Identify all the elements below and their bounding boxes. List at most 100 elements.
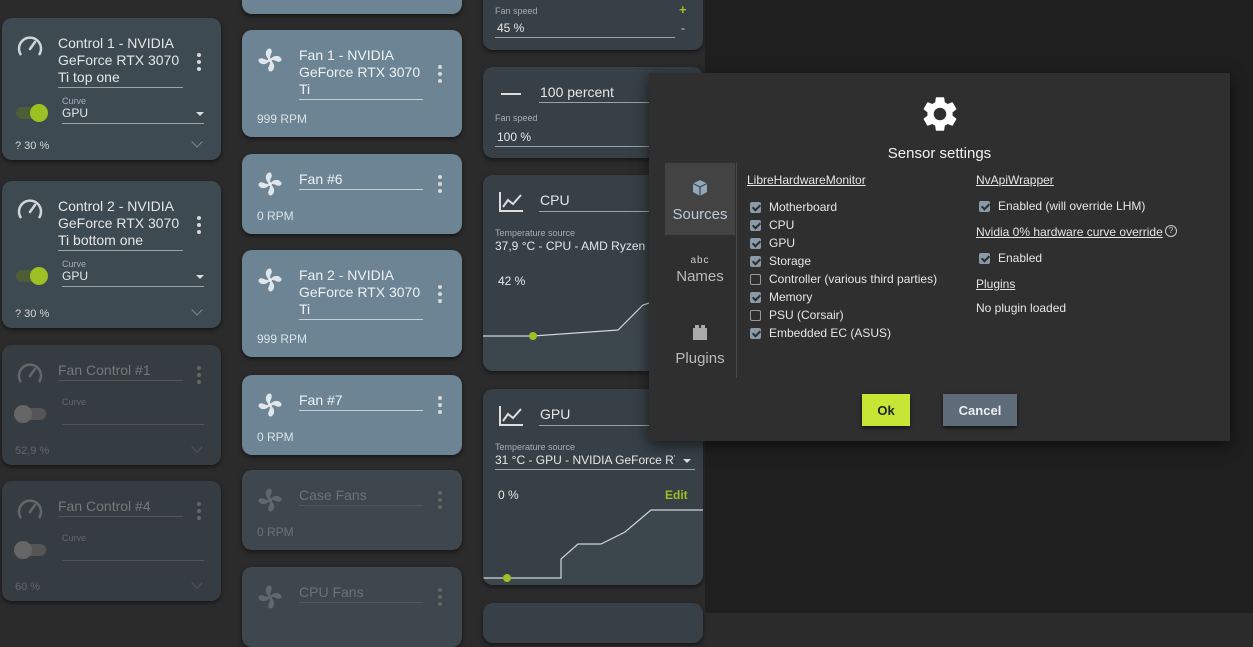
nvidia-zero-enabled-checkbox[interactable]: Enabled (979, 251, 1042, 267)
toggle-knob[interactable] (30, 267, 48, 285)
decrease-button[interactable]: - (681, 21, 685, 35)
toggle-knob[interactable] (14, 405, 32, 423)
nav-plugins[interactable]: Plugins (665, 307, 735, 379)
more-options-icon[interactable] (438, 396, 442, 417)
checkbox[interactable] (750, 256, 761, 267)
increase-button[interactable]: + (679, 2, 687, 17)
control-title-line[interactable]: Fan Control #4 (58, 498, 151, 515)
gauge-icon (17, 499, 43, 519)
checkbox[interactable] (750, 328, 761, 339)
nav-label: Names (676, 268, 724, 285)
fan-icon (258, 393, 282, 417)
curve-select[interactable]: GPU (62, 269, 88, 283)
nvapi-heading[interactable]: NvApiWrapper (976, 173, 1054, 187)
control-title-line[interactable]: Control 2 - NVIDIA (58, 198, 174, 215)
fan-title-line[interactable]: GeForce RTX 3070 (299, 64, 420, 81)
control-title-line[interactable]: GeForce RTX 3070 (58, 215, 179, 232)
graph-curve-icon (499, 406, 523, 426)
checkbox[interactable] (750, 292, 761, 303)
checkbox[interactable] (750, 274, 761, 285)
lhm-source-checkbox[interactable]: Storage (750, 254, 811, 270)
toggle-knob[interactable] (14, 541, 32, 559)
control-title-line[interactable]: Ti top one (58, 69, 120, 86)
fan-title-line[interactable]: Fan 1 - NVIDIA (299, 47, 394, 64)
fan-rpm: 0 RPM (257, 525, 294, 539)
more-options-icon[interactable] (438, 491, 442, 512)
curve-point (529, 332, 537, 340)
fan-rpm: 0 RPM (257, 209, 294, 223)
temp-source-select[interactable]: 31 °C - GPU - NVIDIA GeForce RTX (495, 453, 675, 467)
lhm-source-checkbox[interactable]: CPU (750, 218, 794, 234)
abc-icon: abc (690, 255, 710, 266)
fan-title-line[interactable]: Ti (299, 301, 310, 318)
more-options-icon[interactable] (197, 502, 201, 523)
edit-button[interactable]: Edit (665, 488, 688, 502)
chevron-down-icon[interactable] (191, 441, 203, 453)
curve-title[interactable]: GPU (540, 406, 570, 422)
lhm-source-checkbox[interactable]: PSU (Corsair) (750, 308, 844, 324)
curve-title[interactable]: CPU (540, 192, 570, 208)
gauge-icon (17, 363, 43, 383)
control-title-line[interactable]: Control 1 - NVIDIA (58, 35, 174, 52)
chevron-down-icon[interactable] (196, 275, 204, 279)
fan-speed-value[interactable]: 100 % (497, 130, 531, 144)
fan-icon (258, 585, 282, 609)
checkbox[interactable] (979, 201, 990, 212)
checkbox[interactable] (750, 220, 761, 231)
chevron-down-icon[interactable] (196, 112, 204, 116)
flat-value-field[interactable]: 100 percent (540, 84, 614, 100)
chevron-down-icon[interactable] (683, 459, 691, 463)
more-options-icon[interactable] (438, 588, 442, 609)
chevron-down-icon[interactable] (191, 136, 203, 148)
cancel-button[interactable]: Cancel (943, 394, 1017, 426)
plugins-heading[interactable]: Plugins (976, 277, 1015, 291)
nvidia-zero-heading[interactable]: Nvidia 0% hardware curve override (976, 225, 1163, 239)
cube-icon (692, 180, 708, 196)
checkbox[interactable] (750, 310, 761, 321)
nav-names[interactable]: abc Names (665, 235, 735, 307)
lhm-source-checkbox[interactable]: Memory (750, 290, 812, 306)
more-options-icon[interactable] (438, 65, 442, 86)
curve-label: Curve (62, 533, 87, 543)
chevron-down-icon[interactable] (191, 304, 203, 316)
temp-source-label: Temperature source (495, 228, 576, 238)
fan-speed-label: Fan speed (495, 6, 538, 16)
toggle-knob[interactable] (30, 104, 48, 122)
checkbox[interactable] (750, 238, 761, 249)
lhm-source-checkbox[interactable]: GPU (750, 236, 795, 252)
fan-title-line[interactable]: GeForce RTX 3070 (299, 284, 420, 301)
lhm-source-checkbox[interactable]: Motherboard (750, 200, 837, 216)
dialog-title: Sensor settings (887, 145, 992, 162)
lhm-source-checkbox[interactable]: Embedded EC (ASUS) (750, 326, 891, 342)
more-options-icon[interactable] (197, 53, 201, 74)
checkbox[interactable] (979, 253, 990, 264)
fan-title-line[interactable]: CPU Fans (299, 584, 364, 601)
nvapi-enabled-checkbox[interactable]: Enabled (will override LHM) (979, 199, 1145, 215)
nav-sources[interactable]: Sources (665, 163, 735, 235)
fan-title-line[interactable]: Fan #6 (299, 171, 343, 188)
fan-title-line[interactable]: Case Fans (299, 487, 367, 504)
gpu-curve-graph[interactable] (483, 504, 703, 585)
fan-speed-value[interactable]: 45 % (497, 21, 524, 35)
control-title-line[interactable]: GeForce RTX 3070 (58, 52, 179, 69)
checkbox[interactable] (750, 202, 761, 213)
sensor-settings-dialog: Sensor settings Sources abc Names Plugin… (649, 73, 1230, 441)
lhm-source-checkbox[interactable]: Controller (various third parties) (750, 272, 937, 288)
more-options-icon[interactable] (197, 216, 201, 237)
more-options-icon[interactable] (438, 175, 442, 196)
help-icon[interactable]: ? (1165, 225, 1177, 237)
ok-button[interactable]: Ok (862, 394, 910, 426)
more-options-icon[interactable] (438, 285, 442, 306)
lhm-heading[interactable]: LibreHardwareMonitor (747, 173, 866, 187)
fan-title-line[interactable]: Ti (299, 81, 310, 98)
control-title-line[interactable]: Fan Control #1 (58, 362, 151, 379)
curve-select[interactable]: GPU (62, 106, 88, 120)
chevron-down-icon[interactable] (191, 577, 203, 589)
fan-title-line[interactable]: Fan 2 - NVIDIA (299, 267, 394, 284)
control-card: Control 2 - NVIDIA GeForce RTX 3070 Ti bot… (2, 181, 221, 328)
more-options-icon[interactable] (197, 366, 201, 387)
temp-source-select[interactable]: 37,9 °C - CPU - AMD Ryzen 7 (495, 239, 655, 253)
flat-curve-icon (501, 93, 521, 95)
control-title-line[interactable]: Ti bottom one (58, 232, 143, 249)
fan-title-line[interactable]: Fan #7 (299, 392, 343, 409)
